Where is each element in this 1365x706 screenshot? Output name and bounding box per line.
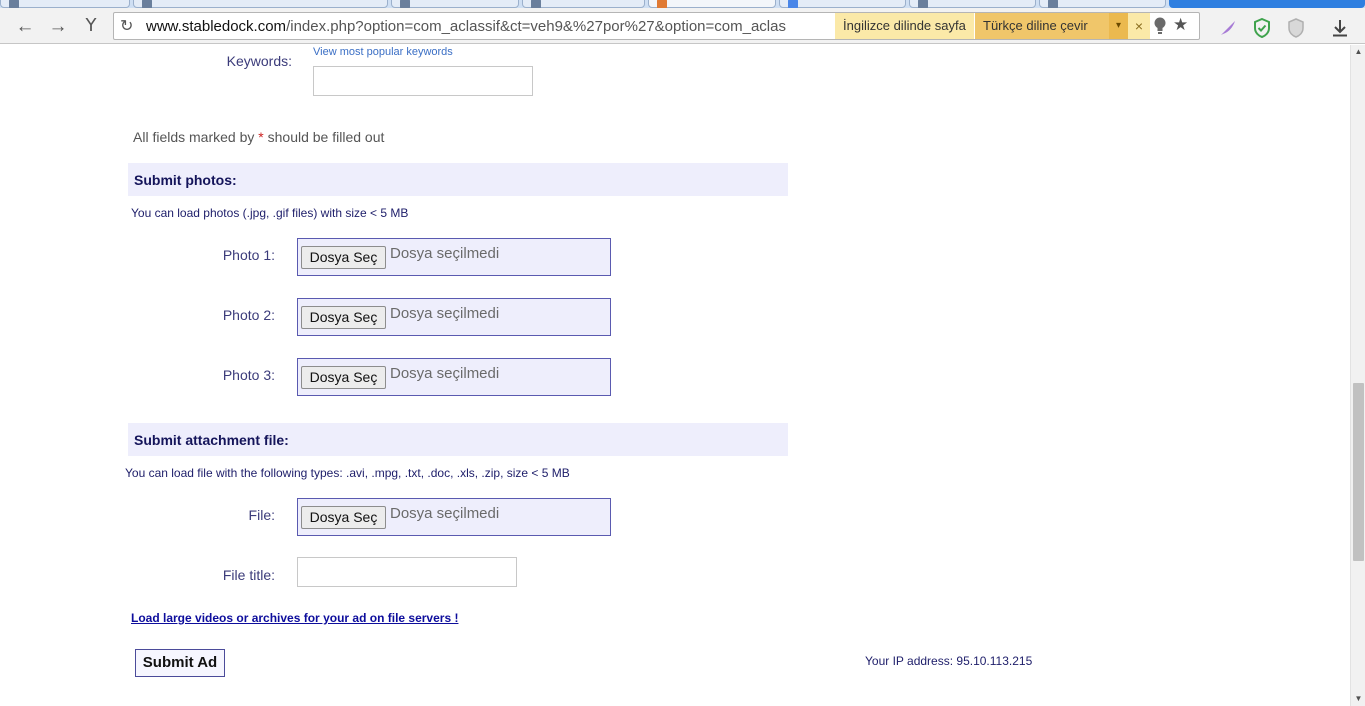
- popular-keywords-link[interactable]: View most popular keywords: [313, 46, 453, 58]
- forward-arrow-icon[interactable]: →: [45, 13, 71, 39]
- photo-2-file-status: Dosya seçilmedi: [390, 305, 500, 322]
- attachment-note: You can load file with the following typ…: [125, 466, 570, 480]
- tab-favicon-icon: [657, 0, 667, 8]
- large-files-link[interactable]: Load large videos or archives for your a…: [131, 611, 458, 625]
- file-title-input[interactable]: [297, 557, 517, 587]
- keywords-input[interactable]: [313, 66, 533, 96]
- address-bar[interactable]: ↻ www.stabledock.com/index.php?option=co…: [113, 12, 1200, 40]
- attachment-section-title: Submit attachment file:: [134, 432, 289, 448]
- photo-3-file-input[interactable]: Dosya Seç Dosya seçilmedi: [297, 358, 611, 396]
- browser-tab[interactable]: [391, 0, 519, 8]
- photo-1-file-status: Dosya seçilmedi: [390, 245, 500, 262]
- photo-3-label: Photo 3:: [222, 367, 275, 383]
- tab-favicon-icon: [1048, 0, 1058, 8]
- attachment-file-input[interactable]: Dosya Seç Dosya seçilmedi: [297, 498, 611, 536]
- vertical-scrollbar[interactable]: ▲ ▼: [1350, 45, 1365, 706]
- download-icon[interactable]: [1328, 17, 1352, 39]
- feather-extension-icon[interactable]: [1216, 17, 1240, 39]
- photo-3-choose-button[interactable]: Dosya Seç: [301, 366, 386, 389]
- photos-note: You can load photos (.jpg, .gif files) w…: [131, 206, 409, 220]
- photo-1-file-input[interactable]: Dosya Seç Dosya seçilmedi: [297, 238, 611, 276]
- bookmark-star-icon[interactable]: ★: [1173, 15, 1188, 35]
- back-arrow-icon[interactable]: ←: [12, 13, 38, 39]
- required-fields-note: All fields marked by * should be filled …: [133, 129, 384, 145]
- tab-strip: [0, 0, 1365, 8]
- yandex-logo-icon[interactable]: Y: [78, 13, 104, 39]
- page-content: Keywords: View most popular keywords All…: [0, 45, 1350, 706]
- scroll-down-icon[interactable]: ▼: [1351, 692, 1365, 706]
- attachment-file-status: Dosya seçilmedi: [390, 505, 500, 522]
- translate-prompt: İngilizce dilinde sayfa: [835, 13, 974, 39]
- browser-tab[interactable]: [779, 0, 906, 8]
- url-text[interactable]: www.stabledock.com/index.php?option=com_…: [146, 18, 832, 36]
- keywords-label: Keywords:: [226, 53, 292, 69]
- photo-2-choose-button[interactable]: Dosya Seç: [301, 306, 386, 329]
- tab-favicon-icon: [9, 0, 19, 8]
- shield-icon[interactable]: [1284, 17, 1308, 39]
- tab-favicon-icon: [142, 0, 152, 8]
- translate-close-button[interactable]: ×: [1128, 13, 1150, 39]
- lightbulb-icon[interactable]: [1152, 17, 1168, 35]
- file-label: File:: [248, 507, 275, 523]
- url-host: www.stabledock.com: [146, 18, 287, 35]
- translate-button[interactable]: Türkçe diline çevir: [975, 13, 1109, 39]
- reload-icon[interactable]: ↻: [120, 16, 133, 36]
- photo-3-file-status: Dosya seçilmedi: [390, 365, 500, 382]
- photos-section-title: Submit photos:: [134, 172, 237, 188]
- tab-favicon-icon: [400, 0, 410, 8]
- attachment-section-header: Submit attachment file:: [128, 423, 788, 456]
- file-title-label: File title:: [222, 567, 275, 583]
- url-path: /index.php?option=com_aclassif&ct=veh9&%…: [286, 18, 786, 35]
- tab-favicon-icon: [788, 0, 798, 8]
- photo-1-label: Photo 1:: [222, 247, 275, 263]
- browser-tab[interactable]: [1169, 0, 1365, 8]
- tab-favicon-icon: [531, 0, 541, 8]
- shield-check-icon[interactable]: [1250, 17, 1274, 39]
- browser-tab[interactable]: [909, 0, 1036, 8]
- photo-2-file-input[interactable]: Dosya Seç Dosya seçilmedi: [297, 298, 611, 336]
- tab-favicon-icon: [918, 0, 928, 8]
- browser-tab[interactable]: [133, 0, 388, 8]
- browser-tab[interactable]: [522, 0, 645, 8]
- browser-tab[interactable]: [0, 0, 130, 8]
- required-note-after: should be filled out: [263, 129, 385, 145]
- photos-section-header: Submit photos:: [128, 163, 788, 196]
- scrollbar-thumb[interactable]: [1353, 383, 1364, 561]
- browser-tab[interactable]: [1039, 0, 1166, 8]
- required-note-before: All fields marked by: [133, 129, 259, 145]
- attachment-choose-button[interactable]: Dosya Seç: [301, 506, 386, 529]
- browser-toolbar: ← → Y ↻ www.stabledock.com/index.php?opt…: [0, 8, 1365, 44]
- browser-tab-active[interactable]: [648, 0, 776, 8]
- photo-2-label: Photo 2:: [222, 307, 275, 323]
- ip-address-text: Your IP address: 95.10.113.215: [865, 654, 1033, 668]
- photo-1-choose-button[interactable]: Dosya Seç: [301, 246, 386, 269]
- submit-ad-button[interactable]: Submit Ad: [135, 649, 225, 677]
- scroll-up-icon[interactable]: ▲: [1351, 45, 1365, 59]
- translate-dropdown-icon[interactable]: ▾: [1109, 13, 1128, 39]
